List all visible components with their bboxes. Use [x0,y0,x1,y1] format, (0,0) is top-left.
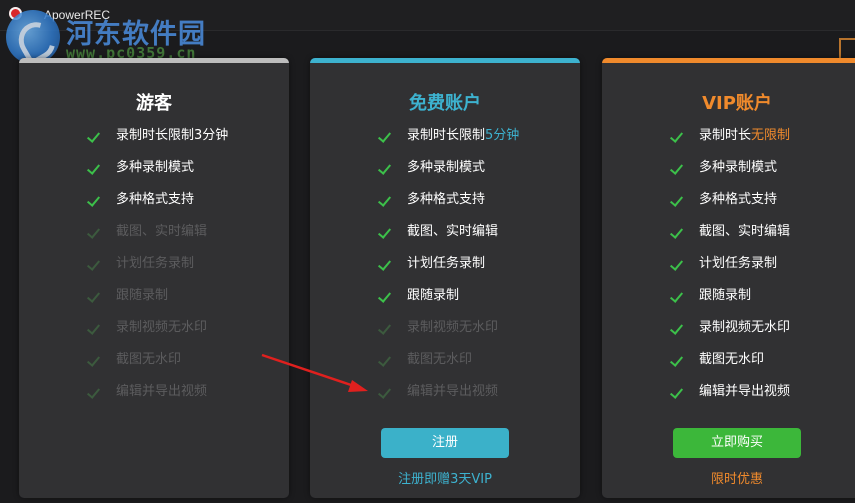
annotation-arrow-head [348,380,368,392]
annotation-arrow-shaft [261,353,358,389]
annotation-arrow [261,353,368,392]
